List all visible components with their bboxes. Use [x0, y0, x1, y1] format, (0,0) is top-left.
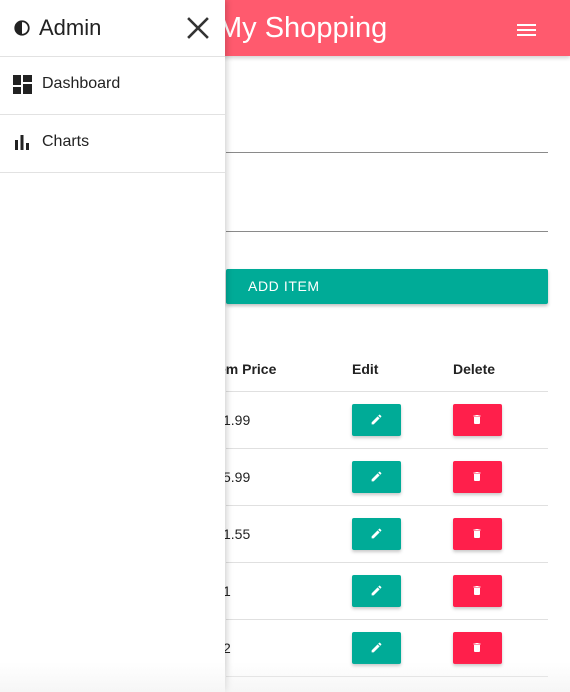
column-header-price: em Price — [218, 361, 277, 377]
table-row: 2 — [223, 619, 548, 677]
edit-button[interactable] — [352, 632, 401, 664]
delete-button[interactable] — [453, 518, 502, 550]
item-name-input[interactable] — [226, 112, 548, 153]
trash-icon — [473, 529, 481, 538]
trash-icon — [473, 472, 481, 481]
pencil-icon — [371, 414, 382, 425]
item-price-cell: 5.99 — [223, 469, 251, 485]
trash-icon — [473, 643, 481, 652]
app-page: My Shopping ADD ITEM em Price Edit Delet… — [0, 0, 570, 692]
menu-icon-line — [517, 29, 536, 31]
add-item-button[interactable]: ADD ITEM — [226, 269, 548, 304]
side-drawer: Admin Dashboard Charts — [0, 0, 225, 692]
column-header-delete: Delete — [453, 361, 496, 377]
pencil-icon — [371, 585, 382, 596]
edit-button[interactable] — [352, 518, 401, 550]
pencil-icon — [371, 528, 382, 539]
drawer-title: Admin — [39, 15, 102, 40]
menu-icon — [517, 24, 536, 26]
nav-item-label: Charts — [42, 133, 90, 150]
delete-button[interactable] — [453, 575, 502, 607]
table-row: 1.99 — [223, 391, 548, 449]
nav-item-label: Dashboard — [42, 75, 121, 92]
dashboard-icon — [13, 75, 32, 94]
bar-chart-icon — [15, 135, 29, 150]
add-item-label: ADD ITEM — [248, 278, 320, 294]
edit-button[interactable] — [352, 461, 401, 493]
delete-button[interactable] — [453, 461, 502, 493]
item-price-input[interactable] — [226, 191, 548, 232]
edit-button[interactable] — [352, 404, 401, 436]
pencil-icon — [371, 642, 382, 653]
close-icon — [187, 17, 209, 39]
trash-icon — [473, 586, 481, 595]
nav-item-dashboard[interactable]: Dashboard — [0, 57, 225, 115]
table-row: 1 — [223, 562, 548, 620]
table-row: 1.55 — [223, 505, 548, 563]
edit-button[interactable] — [352, 575, 401, 607]
drawer-header: Admin — [0, 0, 225, 57]
delete-button[interactable] — [453, 404, 502, 436]
hamburger-menu-button[interactable] — [510, 16, 544, 46]
contrast-icon — [14, 20, 30, 36]
delete-button[interactable] — [453, 632, 502, 664]
pencil-icon — [371, 471, 382, 482]
table-row: 5.99 — [223, 448, 548, 506]
trash-icon — [473, 415, 481, 424]
table-divider — [226, 676, 548, 677]
close-drawer-button[interactable] — [184, 14, 212, 42]
item-price-cell: 1.99 — [223, 412, 251, 428]
nav-item-charts[interactable]: Charts — [0, 115, 225, 173]
item-price-cell: 1.55 — [223, 526, 251, 542]
app-title: My Shopping — [218, 12, 388, 44]
column-header-edit: Edit — [352, 361, 379, 377]
menu-icon-line — [517, 34, 536, 36]
